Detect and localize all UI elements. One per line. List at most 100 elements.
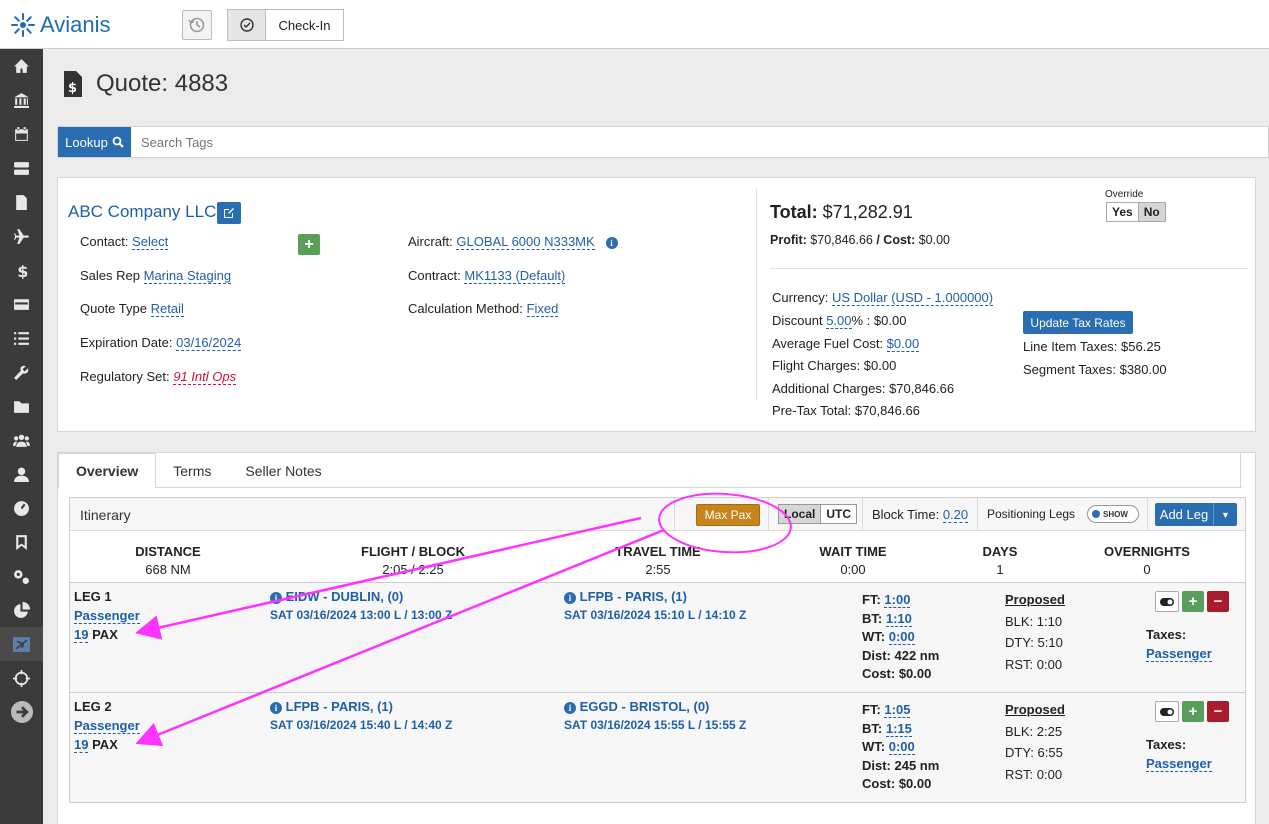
info-icon[interactable]: i xyxy=(605,236,618,249)
departure-airport[interactable]: i EIDW - DUBLIN, (0) xyxy=(270,589,403,604)
quotetype-field: Quote Type Retail xyxy=(80,301,184,317)
positioning-legs-toggle[interactable]: SHOW xyxy=(1087,505,1139,523)
aircraft-field: Aircraft: GLOBAL 6000 N333MK i xyxy=(408,234,618,250)
tab-seller-notes[interactable]: Seller Notes xyxy=(228,453,338,488)
add-leg-icon[interactable]: + xyxy=(1182,701,1204,722)
bt-link[interactable]: 1:15 xyxy=(885,720,912,737)
add-leg-button[interactable]: Add Leg ▼ xyxy=(1155,503,1237,526)
ft-link[interactable]: 1:00 xyxy=(884,592,911,608)
check-circle-icon xyxy=(228,10,266,40)
user-icon[interactable] xyxy=(0,457,43,491)
leg-pax: 19 PAX xyxy=(74,737,118,753)
users-icon[interactable] xyxy=(0,423,43,457)
pax-count-link[interactable]: 19 xyxy=(74,737,89,753)
leg-type-link[interactable]: Passenger xyxy=(74,718,140,734)
bt-link[interactable]: 1:10 xyxy=(885,610,912,627)
ft-label: FT: xyxy=(862,592,881,607)
itinerary-title: Itinerary xyxy=(80,507,131,523)
logo[interactable]: Avianis xyxy=(10,12,111,38)
salesrep-link[interactable]: Marina Staging xyxy=(143,268,232,284)
arrow-right-icon[interactable] xyxy=(0,695,43,729)
top-bar: Avianis Check-In xyxy=(0,0,1269,49)
override-no-button[interactable]: No xyxy=(1137,203,1165,221)
block-time-label: Block Time: xyxy=(872,507,940,522)
discount-rest: % : $0.00 xyxy=(851,313,907,328)
tab-overview[interactable]: Overview xyxy=(58,453,157,489)
info-icon: i xyxy=(564,591,576,604)
leg-taxes: Taxes: Passenger xyxy=(1146,735,1212,773)
max-pax-button[interactable]: Max Pax xyxy=(696,504,760,526)
departure-airport[interactable]: i LFPB - PARIS, (1) xyxy=(270,699,393,714)
pie-chart-icon[interactable] xyxy=(0,593,43,627)
history-button[interactable] xyxy=(182,10,212,40)
rst-value: RST: 0:00 xyxy=(1005,766,1063,782)
rst-value: RST: 0:00 xyxy=(1005,656,1063,672)
aircraft-link[interactable]: GLOBAL 6000 N333MK xyxy=(456,234,595,250)
card-icon[interactable] xyxy=(0,287,43,321)
taxes-label: Taxes: xyxy=(1146,627,1187,642)
taxes-link[interactable]: Passenger xyxy=(1146,756,1212,772)
server-icon[interactable] xyxy=(0,151,43,185)
home-icon[interactable] xyxy=(0,49,43,83)
list-icon[interactable] xyxy=(0,321,43,355)
utc-button[interactable]: UTC xyxy=(820,505,857,523)
crosshair-icon[interactable] xyxy=(0,661,43,695)
remove-leg-icon[interactable]: − xyxy=(1207,591,1229,612)
cogs-icon[interactable] xyxy=(0,559,43,593)
dollar-icon[interactable]: $ xyxy=(0,253,43,287)
local-utc-toggle: Local UTC xyxy=(778,504,858,524)
pax-label: PAX xyxy=(92,627,118,642)
remove-leg-icon[interactable]: − xyxy=(1207,701,1229,722)
add-contact-button[interactable]: + xyxy=(298,234,320,255)
calendar-icon[interactable] xyxy=(0,117,43,151)
tab-terms[interactable]: Terms xyxy=(156,453,228,488)
flight-board-icon[interactable] xyxy=(0,627,43,661)
expiration-link[interactable]: 03/16/2024 xyxy=(176,335,242,351)
pax-count-link[interactable]: 19 xyxy=(74,627,89,643)
summary-heading: TRAVEL TIME xyxy=(615,544,701,559)
ft-link[interactable]: 1:05 xyxy=(884,702,911,718)
toggle-visibility-icon[interactable] xyxy=(1155,591,1179,612)
itinerary-header: Itinerary Max Pax Local UTC Block Time: … xyxy=(70,498,1245,531)
local-button[interactable]: Local xyxy=(779,505,821,523)
taxes-link[interactable]: Passenger xyxy=(1146,646,1212,662)
wrench-icon[interactable] xyxy=(0,355,43,389)
departure-datetime: SAT 03/16/2024 13:00 L / 13:00 Z xyxy=(270,608,453,622)
summary-wait-time: WAIT TIME 0:00 xyxy=(803,544,903,577)
folder-icon[interactable] xyxy=(0,389,43,423)
calc-link[interactable]: Fixed xyxy=(526,301,559,317)
plane-icon[interactable] xyxy=(0,219,43,253)
summary-heading: DAYS xyxy=(982,544,1018,559)
checkin-button[interactable]: Check-In xyxy=(227,9,344,41)
invoice-icon[interactable] xyxy=(0,185,43,219)
quotetype-link[interactable]: Retail xyxy=(150,301,184,317)
override-yes-button[interactable]: Yes xyxy=(1107,203,1138,221)
contract-link[interactable]: MK1133 (Default) xyxy=(464,268,566,284)
summary-heading: OVERNIGHTS xyxy=(1104,544,1190,559)
update-tax-rates-button[interactable]: Update Tax Rates xyxy=(1023,311,1133,334)
fuel-link[interactable]: $0.00 xyxy=(886,336,920,352)
contract-field: Contract: MK1133 (Default) xyxy=(408,268,566,284)
blk-value: BLK: 2:25 xyxy=(1005,723,1063,739)
wt-link[interactable]: 0:00 xyxy=(888,629,915,645)
toggle-visibility-icon[interactable] xyxy=(1155,701,1179,722)
search-tags-input[interactable] xyxy=(131,127,1268,157)
regset-link[interactable]: 91 Intl Ops xyxy=(173,369,237,385)
discount-link[interactable]: 5.00 xyxy=(826,313,852,329)
block-time-link[interactable]: 0.20 xyxy=(942,507,969,523)
wt-link[interactable]: 0:00 xyxy=(888,739,915,755)
add-leg-icon[interactable]: + xyxy=(1182,591,1204,612)
company-link[interactable]: ABC Company LLC xyxy=(68,202,216,222)
leg-times: FT: 1:00 BT: 1:10 WT: 0:00 Dist: 422 nm … xyxy=(862,591,939,684)
bank-icon[interactable] xyxy=(0,83,43,117)
leg-type-link[interactable]: Passenger xyxy=(74,608,140,624)
caret-down-icon[interactable]: ▼ xyxy=(1213,503,1237,526)
arrival-airport[interactable]: i EGGD - BRISTOL, (0) xyxy=(564,699,709,714)
dashboard-icon[interactable] xyxy=(0,491,43,525)
contact-select-link[interactable]: Select xyxy=(132,234,169,250)
currency-link[interactable]: US Dollar (USD - 1.000000) xyxy=(831,290,994,306)
lookup-button[interactable]: Lookup xyxy=(58,127,131,157)
bookmark-icon[interactable] xyxy=(0,525,43,559)
edit-company-button[interactable] xyxy=(217,202,241,224)
arrival-airport[interactable]: i LFPB - PARIS, (1) xyxy=(564,589,687,604)
